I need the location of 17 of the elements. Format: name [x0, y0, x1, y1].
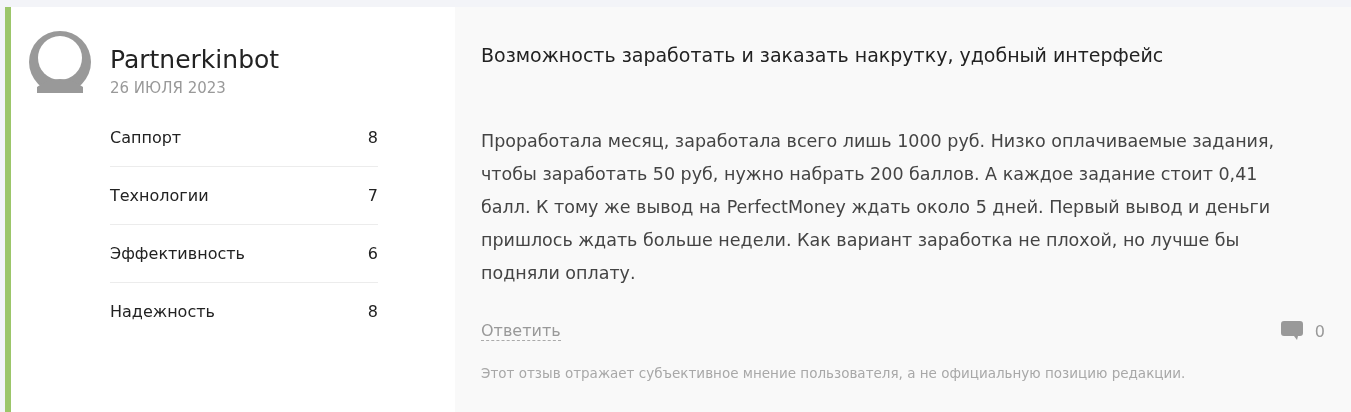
avatar-icon: [29, 31, 91, 93]
rating-score: 8: [367, 128, 378, 147]
comment-count: 0: [1314, 321, 1325, 341]
rating-score: 7: [367, 186, 378, 205]
rating-score: 8: [367, 302, 378, 321]
disclaimer: Этот отзыв отражает субъективное мнение пользователя, а не официальную позицию редакции.: [481, 365, 1187, 381]
author-name: Partnerkinbot: [110, 45, 281, 75]
comment-icon: [1280, 321, 1303, 341]
rating-score: 6: [367, 244, 378, 263]
review-title: Возможность заработать и заказать накрутку, удобный интерфейс: [481, 43, 1165, 68]
rating-label: Саппорт: [110, 128, 182, 147]
reply-link[interactable]: Ответить: [481, 321, 561, 341]
review-date: 26 ИЮЛЯ 2023: [110, 79, 227, 97]
rating-label: Эффективность: [110, 244, 245, 263]
rating-label: Надежность: [110, 302, 215, 321]
rating-label: Технологии: [110, 186, 209, 205]
review-text: Проработала месяц, заработала всего лишь 1000 руб. Низко оплачиваемые задания, чтобы заработать 50 руб, нужно набрать 200 баллов. А каждое задание стоит 0,41 балл. К тому же вывод на PerfectMoney ждать около 5 дней. Первый вывод и деньги пришлось ждать больше недели. Как вариант заработка не плохой, но лучше бы подняли оплату.: [481, 130, 1276, 285]
